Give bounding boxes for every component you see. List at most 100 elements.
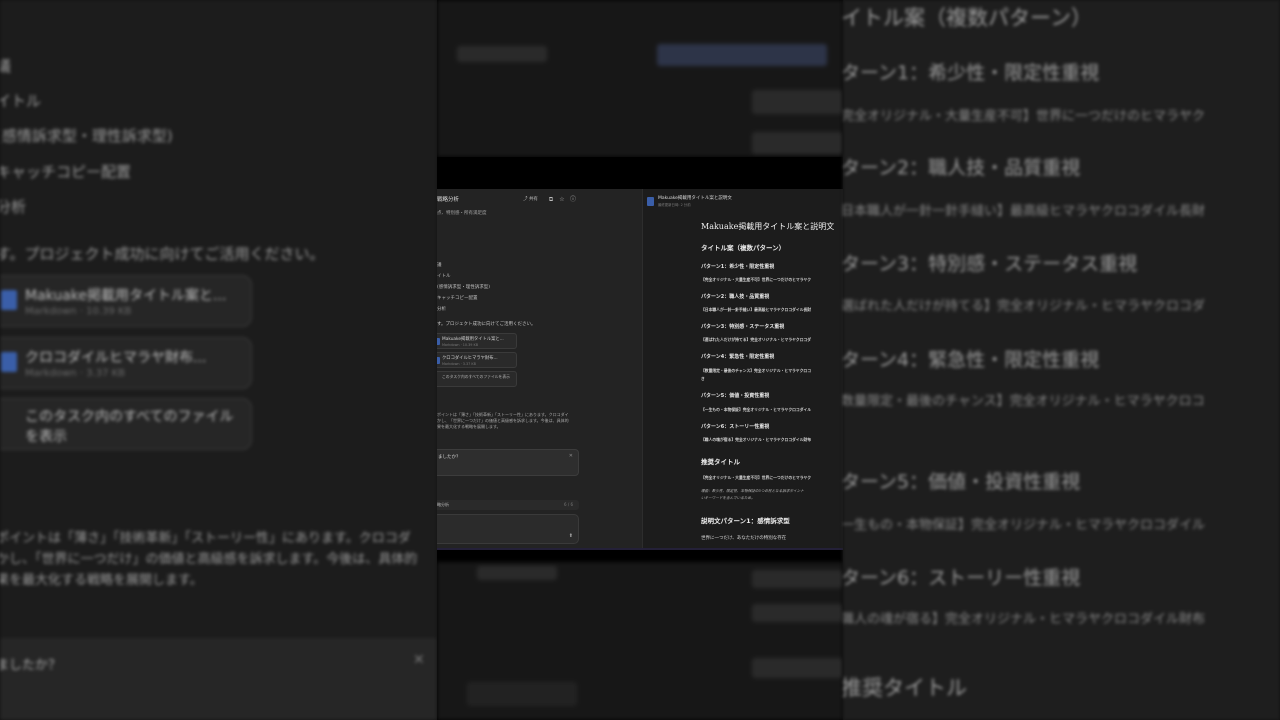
blur-block	[477, 566, 557, 580]
bg-heading: イトル案（複数パターン）	[843, 6, 1092, 30]
bg-pattern-sample: 選ばれた人だけが持てる】完全オリジナル・ヒマラヤクロコダ	[843, 299, 1206, 314]
bg-file-meta: Markdown · 10.39 KB	[25, 306, 132, 317]
blurred-bottom-area	[437, 562, 843, 720]
document-icon	[437, 338, 440, 345]
bg-body-line: かし、「世界に一つだけ」の価値と高級感を訴求します。今後は、具体的	[0, 552, 418, 567]
pattern-title: パターン5：価値・投資性重視	[701, 393, 770, 399]
list-item: キャッチコピー配置	[437, 296, 478, 301]
file-name: クロコダイルヒマラヤ財布...	[442, 356, 498, 361]
doc-section-heading: タイトル案（複数パターン）	[701, 244, 786, 252]
bg-file-card: クロコダイルヒマラヤ財布... Markdown · 3.37 KB	[0, 337, 252, 389]
doc-section-heading: 推奨タイトル	[701, 458, 740, 466]
blur-block	[467, 682, 577, 706]
blur-block	[752, 90, 843, 114]
list-item: 分析	[437, 307, 446, 312]
bg-file-card: Makuake掲載用タイトル案と... Markdown · 10.39 KB	[0, 275, 252, 327]
file-meta: Markdown · 3.37 KB	[442, 362, 476, 366]
show-all-label: このタスク内のすべてのファイルを表示	[442, 374, 510, 379]
task-progress-bar[interactable]: 略分析 6 / 6	[437, 500, 579, 510]
document-preview-panel: Makuake掲載用タイトル案と説明文 最終更新日時: 2 分前 Makuake…	[642, 189, 843, 550]
pattern-sample-continued: き	[701, 376, 705, 381]
bg-list-item: 分析	[0, 198, 27, 216]
file-card-titles[interactable]: Makuake掲載用タイトル案と... Markdown · 10.39 KB	[437, 333, 517, 349]
bg-pattern-title: ターン4：緊急性・限定性重視	[843, 349, 1100, 371]
chat-subtitle: 点、特別感・所有満足度	[437, 211, 487, 216]
share-label: 共有	[528, 197, 538, 202]
blur-block	[657, 44, 827, 66]
pattern-sample: 【選ばれた人だけが持てる】完全オリジナル・ヒマラヤクロコダ	[701, 337, 812, 342]
file-meta: Markdown · 10.39 KB	[442, 343, 479, 347]
info-icon[interactable]: ⓘ	[569, 196, 577, 204]
bg-pattern-title: ターン1：希少性・限定性重視	[843, 62, 1100, 84]
bg-file-name: Makuake掲載用タイトル案と...	[25, 288, 227, 304]
document-icon	[647, 197, 654, 206]
pattern-sample: 【日本職人が一針一針手縫い】最高級ヒマラヤクロコダイル長財	[701, 307, 812, 312]
chat-panel: 戦略分析 ⤴ 共有 ⧉ ☆ ⓘ 点、特別感・所有満足度 議 イトル (感情訴求型…	[437, 189, 642, 550]
bg-pattern-sample: 日本職人が一針一針手縫い】最高級ヒマラヤクロコダイル長財	[843, 204, 1206, 219]
document-icon	[1, 352, 17, 372]
app-screenshot: 戦略分析 ⤴ 共有 ⧉ ☆ ⓘ 点、特別感・所有満足度 議 イトル (感情訴求型…	[437, 189, 843, 550]
bg-body-line: 果を最大化する戦略を展開します。	[0, 573, 203, 588]
feedback-question-box: ましたか？ ✕	[437, 449, 579, 476]
bg-question-panel: ましたか？ ✕	[0, 638, 437, 720]
preview-file-title: Makuake掲載用タイトル案と説明文	[658, 196, 732, 201]
blur-block	[752, 604, 843, 622]
blurred-right-background: イトル案（複数パターン） ターン1：希少性・限定性重視 完全オリジナル・大量生産…	[843, 0, 1280, 720]
pattern-sample: 【一生もの・本物保証】完全オリジナル・ヒマラヤクロコダイル	[701, 407, 812, 412]
bg-pattern-sample: 職人の魂が宿る】完全オリジナル・ヒマラヤクロコダイル財布	[843, 612, 1206, 627]
preview-file-subtitle: 最終更新日時: 2 分前	[658, 203, 691, 207]
share-button[interactable]: ⤴ 共有	[523, 197, 538, 202]
bg-show-all-text: このタスク内のすべてのファイルを表示	[25, 409, 234, 445]
bg-pattern-title: ターン3：特別感・ステータス重視	[843, 253, 1138, 275]
blur-block	[752, 570, 843, 588]
pattern-title: パターン1：希少性・限定性重視	[701, 264, 775, 270]
pattern-sample: 【数量限定・最後のチャンス】完全オリジナル・ヒマラヤクロコ	[701, 368, 811, 373]
message-input[interactable]: ⬆	[437, 514, 579, 544]
bg-pattern-title: ターン6：ストーリー性重視	[843, 567, 1081, 589]
bg-file-name: クロコダイルヒマラヤ財布...	[25, 350, 207, 366]
bg-pattern-sample: 数量限定・最後のチャンス】完全オリジナル・ヒマラヤクロコ	[843, 394, 1205, 409]
question-text: ましたか？	[438, 455, 461, 460]
bg-list-item: (感情訴求型・理性訴求型)	[0, 127, 173, 145]
file-card-wallet[interactable]: クロコダイルヒマラヤ財布... Markdown · 3.37 KB	[437, 352, 517, 368]
pattern-title: パターン3：特別感・ステータス重視	[701, 324, 785, 330]
pattern-sample: 【職人の魂が宿る】完全オリジナル・ヒマラヤクロコダイル財布	[701, 437, 812, 442]
bg-pattern-title: ターン5：価値・投資性重視	[843, 471, 1081, 493]
pattern-title: パターン6：ストーリー性重視	[701, 424, 770, 430]
star-icon[interactable]: ☆	[558, 196, 566, 204]
video-frame: 議 イトル (感情訴求型・理性訴求型) キャッチコピー配置 分析 す。プロジェク…	[0, 0, 1280, 720]
recommended-reason: 理由：希少性、限定性、本物保証の3つの柱となる訴求ポイント	[701, 489, 804, 493]
file-name: Makuake掲載用タイトル案と...	[442, 337, 504, 342]
blur-block	[752, 132, 843, 154]
close-icon[interactable]: ✕	[569, 453, 573, 459]
pattern-title: パターン4：緊急性・限定性重視	[701, 354, 775, 360]
list-item: 議	[437, 263, 442, 268]
bg-footer-heading: 推奨タイトル	[843, 676, 967, 700]
document-icon	[437, 357, 440, 364]
bg-list-item: キャッチコピー配置	[0, 163, 132, 181]
doc-section-heading: 説明文パターン1：感情訴求型	[701, 517, 790, 525]
doc-heading: Makuake掲載用タイトル案と説明文	[701, 222, 835, 231]
document-icon	[1, 290, 17, 310]
letterbox-bar	[437, 157, 843, 189]
copy-icon[interactable]: ⧉	[547, 196, 555, 204]
bg-list-item: イトル	[0, 92, 42, 110]
bg-show-all-card: このタスク内のすべてのファイルを表示	[0, 398, 252, 450]
list-item: (感情訴求型・理性訴求型)	[437, 285, 491, 290]
video-center: 戦略分析 ⤴ 共有 ⧉ ☆ ⓘ 点、特別感・所有満足度 議 イトル (感情訴求型…	[437, 0, 843, 720]
blurred-top-area	[437, 0, 843, 157]
show-all-files-button[interactable]: このタスク内のすべてのファイルを表示	[437, 371, 517, 387]
bg-file-meta: Markdown · 3.37 KB	[25, 368, 126, 379]
bg-pattern-sample: 完全オリジナル・大量生産不可】世界に一つだけのヒマラヤク	[843, 109, 1206, 124]
send-icon[interactable]: ⬆	[569, 533, 573, 539]
bg-question-text: ましたか？	[0, 658, 62, 673]
blurred-left-background: 議 イトル (感情訴求型・理性訴求型) キャッチコピー配置 分析 す。プロジェク…	[0, 0, 437, 720]
bg-pattern-sample: 一生もの・本物保証】完全オリジナル・ヒマラヤクロコダイル	[843, 518, 1206, 533]
chat-title: 戦略分析	[437, 197, 460, 203]
body-line: 果を最大化する戦略を展開します。	[437, 424, 501, 429]
letterbox-bar	[437, 550, 843, 562]
close-icon: ✕	[413, 652, 425, 668]
bg-body-line: ポイントは「薄さ」「技術革新」「ストーリー性」にあります。クロコダ	[0, 531, 411, 546]
blur-block	[752, 658, 843, 678]
recommended-title: 【完全オリジナル・大量生産不可】世界に一つだけのヒマラヤク	[701, 475, 812, 480]
